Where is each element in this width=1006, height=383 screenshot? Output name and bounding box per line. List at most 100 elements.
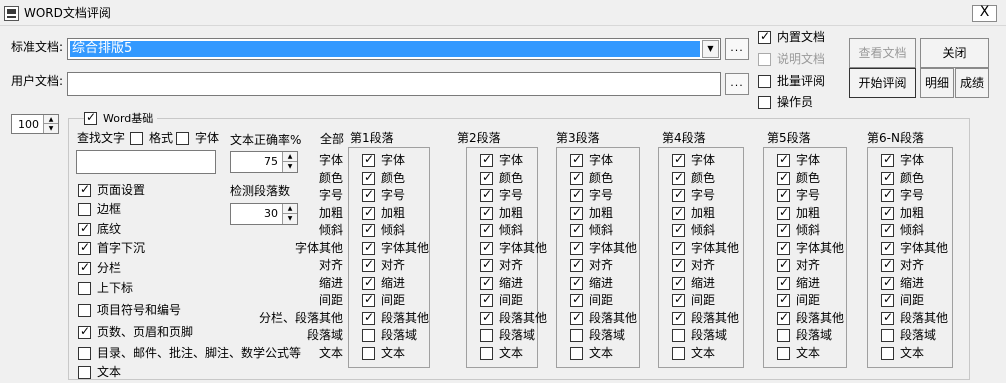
property-label: 颜色 <box>318 170 343 185</box>
paragraph-option-checkbox[interactable]: 颜色 <box>480 170 547 188</box>
paragraph-option-checkbox[interactable]: 颜色 <box>570 170 637 188</box>
paragraph-option-checkbox[interactable]: 加粗 <box>672 205 739 223</box>
paragraph-option-checkbox[interactable]: 颜色 <box>881 170 948 188</box>
paragraph-option-checkbox[interactable]: 间距 <box>672 292 739 310</box>
paragraph-option-checkbox[interactable]: 加粗 <box>777 205 844 223</box>
paragraph-option-checkbox[interactable]: 字体其他 <box>362 240 429 258</box>
paragraph-option-checkbox[interactable]: 加粗 <box>881 205 948 223</box>
paragraph-option-checkbox[interactable]: 字体其他 <box>570 240 637 258</box>
paragraph-option-checkbox[interactable]: 字号 <box>777 187 844 205</box>
checkbox-box <box>480 152 493 168</box>
close-button[interactable]: 关闭 <box>920 38 989 68</box>
paragraph-option-checkbox[interactable]: 段落其他 <box>881 310 948 328</box>
paragraph-option-checkbox[interactable]: 缩进 <box>362 275 429 293</box>
paragraph-option-checkbox[interactable]: 段落域 <box>672 327 739 345</box>
detail-button[interactable]: 明细 <box>920 68 954 98</box>
word-basics-checkbox[interactable]: Word基础 <box>84 110 158 126</box>
checkbox-box <box>672 170 685 185</box>
paragraph-option-checkbox[interactable]: 段落域 <box>480 327 547 345</box>
standard-doc-combo[interactable]: 综合排版5 ▼ <box>67 38 721 60</box>
paragraph-option-checkbox[interactable]: 段落其他 <box>362 310 429 328</box>
paragraph-option-checkbox[interactable]: 段落域 <box>570 327 637 345</box>
property-label: 文本 <box>318 345 343 360</box>
paragraph-option-checkbox[interactable]: 字体 <box>570 152 637 170</box>
paragraph-option-checkbox[interactable]: 对齐 <box>362 257 429 275</box>
spin-down-icon[interactable]: ▼ <box>43 124 58 133</box>
paragraph-option-checkbox[interactable]: 段落其他 <box>672 310 739 328</box>
paragraph-option-checkbox[interactable]: 缩进 <box>672 275 739 293</box>
paragraph-option-checkbox[interactable]: 颜色 <box>777 170 844 188</box>
paragraph-option-checkbox[interactable]: 字号 <box>881 187 948 205</box>
paragraph-option-checkbox[interactable]: 倾斜 <box>362 222 429 240</box>
paragraph-option-checkbox[interactable]: 文本 <box>362 345 429 363</box>
paragraph-option-checkbox[interactable]: 字号 <box>480 187 547 205</box>
paragraph-option-checkbox[interactable]: 倾斜 <box>672 222 739 240</box>
paragraph-option-checkbox[interactable]: 文本 <box>570 345 637 363</box>
paragraph-option-checkbox[interactable]: 文本 <box>480 345 547 363</box>
format-checkbox[interactable]: 格式 <box>130 131 173 146</box>
operator-checkbox[interactable]: 操作员 <box>758 95 813 110</box>
paragraph-option-checkbox[interactable]: 文本 <box>777 345 844 363</box>
paragraph-option-checkbox[interactable]: 缩进 <box>480 275 547 293</box>
paragraph-option-checkbox[interactable]: 文本 <box>881 345 948 363</box>
find-text-input[interactable] <box>76 150 216 174</box>
paragraph-option-checkbox[interactable]: 段落其他 <box>480 310 547 328</box>
paragraph-option-checkbox[interactable]: 缩进 <box>570 275 637 293</box>
paragraph-option-checkbox[interactable]: 间距 <box>570 292 637 310</box>
paragraph-option-checkbox[interactable]: 加粗 <box>362 205 429 223</box>
score-button[interactable]: 成绩 <box>955 68 989 98</box>
paragraph-option-checkbox[interactable]: 字体其他 <box>881 240 948 258</box>
paragraph-option-checkbox[interactable]: 倾斜 <box>881 222 948 240</box>
paragraph-option-checkbox[interactable]: 加粗 <box>570 205 637 223</box>
user-doc-browse-button[interactable]: ... <box>725 73 749 95</box>
paragraph-option-checkbox[interactable]: 对齐 <box>881 257 948 275</box>
builtin-doc-checkbox[interactable]: 内置文档 <box>758 29 825 45</box>
paragraph-option-checkbox[interactable]: 颜色 <box>672 170 739 188</box>
paragraph-option-checkbox[interactable]: 字号 <box>672 187 739 205</box>
paragraph-option-checkbox[interactable]: 段落域 <box>362 327 429 345</box>
font-checkbox[interactable]: 字体 <box>176 131 219 146</box>
paragraph-option-checkbox[interactable]: 间距 <box>777 292 844 310</box>
paragraph-option-checkbox[interactable]: 颜色 <box>362 170 429 188</box>
paragraph-option-checkbox[interactable]: 倾斜 <box>480 222 547 240</box>
text-checkbox[interactable]: 文本 <box>78 364 301 380</box>
paragraph-option-checkbox[interactable]: 字体 <box>672 152 739 170</box>
paragraph-option-checkbox[interactable]: 倾斜 <box>570 222 637 240</box>
paragraph-option-checkbox[interactable]: 缩进 <box>881 275 948 293</box>
zoom-spinner[interactable]: 100 ▲ ▼ <box>11 114 59 134</box>
paragraph-option-checkbox[interactable]: 字体 <box>777 152 844 170</box>
chevron-down-icon[interactable]: ▼ <box>702 40 719 58</box>
paragraph-option-checkbox[interactable]: 倾斜 <box>777 222 844 240</box>
window-close-button[interactable]: X <box>972 5 997 22</box>
paragraph-option-checkbox[interactable]: 段落域 <box>881 327 948 345</box>
spin-up-icon[interactable]: ▲ <box>43 115 58 124</box>
paragraph-option-checkbox[interactable]: 间距 <box>480 292 547 310</box>
user-doc-input[interactable] <box>67 72 721 96</box>
paragraph-option-checkbox[interactable]: 间距 <box>362 292 429 310</box>
paragraph-option-checkbox[interactable]: 字体其他 <box>672 240 739 258</box>
start-review-button[interactable]: 开始评阅 <box>849 68 916 98</box>
paragraph-option-checkbox[interactable]: 对齐 <box>672 257 739 275</box>
paragraph-option-checkbox[interactable]: 段落域 <box>777 327 844 345</box>
view-doc-button[interactable]: 查看文档 <box>849 38 916 68</box>
paragraph-option-checkbox[interactable]: 字体 <box>881 152 948 170</box>
paragraph-option-checkbox[interactable]: 对齐 <box>777 257 844 275</box>
paragraph-option-checkbox[interactable]: 文本 <box>672 345 739 363</box>
paragraph-option-checkbox[interactable]: 缩进 <box>777 275 844 293</box>
paragraph-option-checkbox[interactable]: 字体其他 <box>480 240 547 258</box>
standard-doc-browse-button[interactable]: ... <box>725 38 749 60</box>
paragraph-option-checkbox[interactable]: 对齐 <box>570 257 637 275</box>
paragraph-option-checkbox[interactable]: 对齐 <box>480 257 547 275</box>
paragraph-option-checkbox[interactable]: 字号 <box>570 187 637 205</box>
paragraph-option-checkbox[interactable]: 字体 <box>480 152 547 170</box>
paragraph-option-checkbox[interactable]: 间距 <box>881 292 948 310</box>
paragraph-option-checkbox[interactable]: 段落其他 <box>570 310 637 328</box>
paragraph-option-checkbox[interactable]: 字体其他 <box>777 240 844 258</box>
batch-review-checkbox[interactable]: 批量评阅 <box>758 74 825 89</box>
paragraph-option-checkbox[interactable]: 加粗 <box>480 205 547 223</box>
paragraph-option-checkbox[interactable]: 段落其他 <box>777 310 844 328</box>
explain-doc-checkbox[interactable]: 说明文档 <box>758 52 825 67</box>
paragraph-option-label: 文本 <box>900 345 925 360</box>
paragraph-option-checkbox[interactable]: 字号 <box>362 187 429 205</box>
paragraph-option-checkbox[interactable]: 字体 <box>362 152 429 170</box>
